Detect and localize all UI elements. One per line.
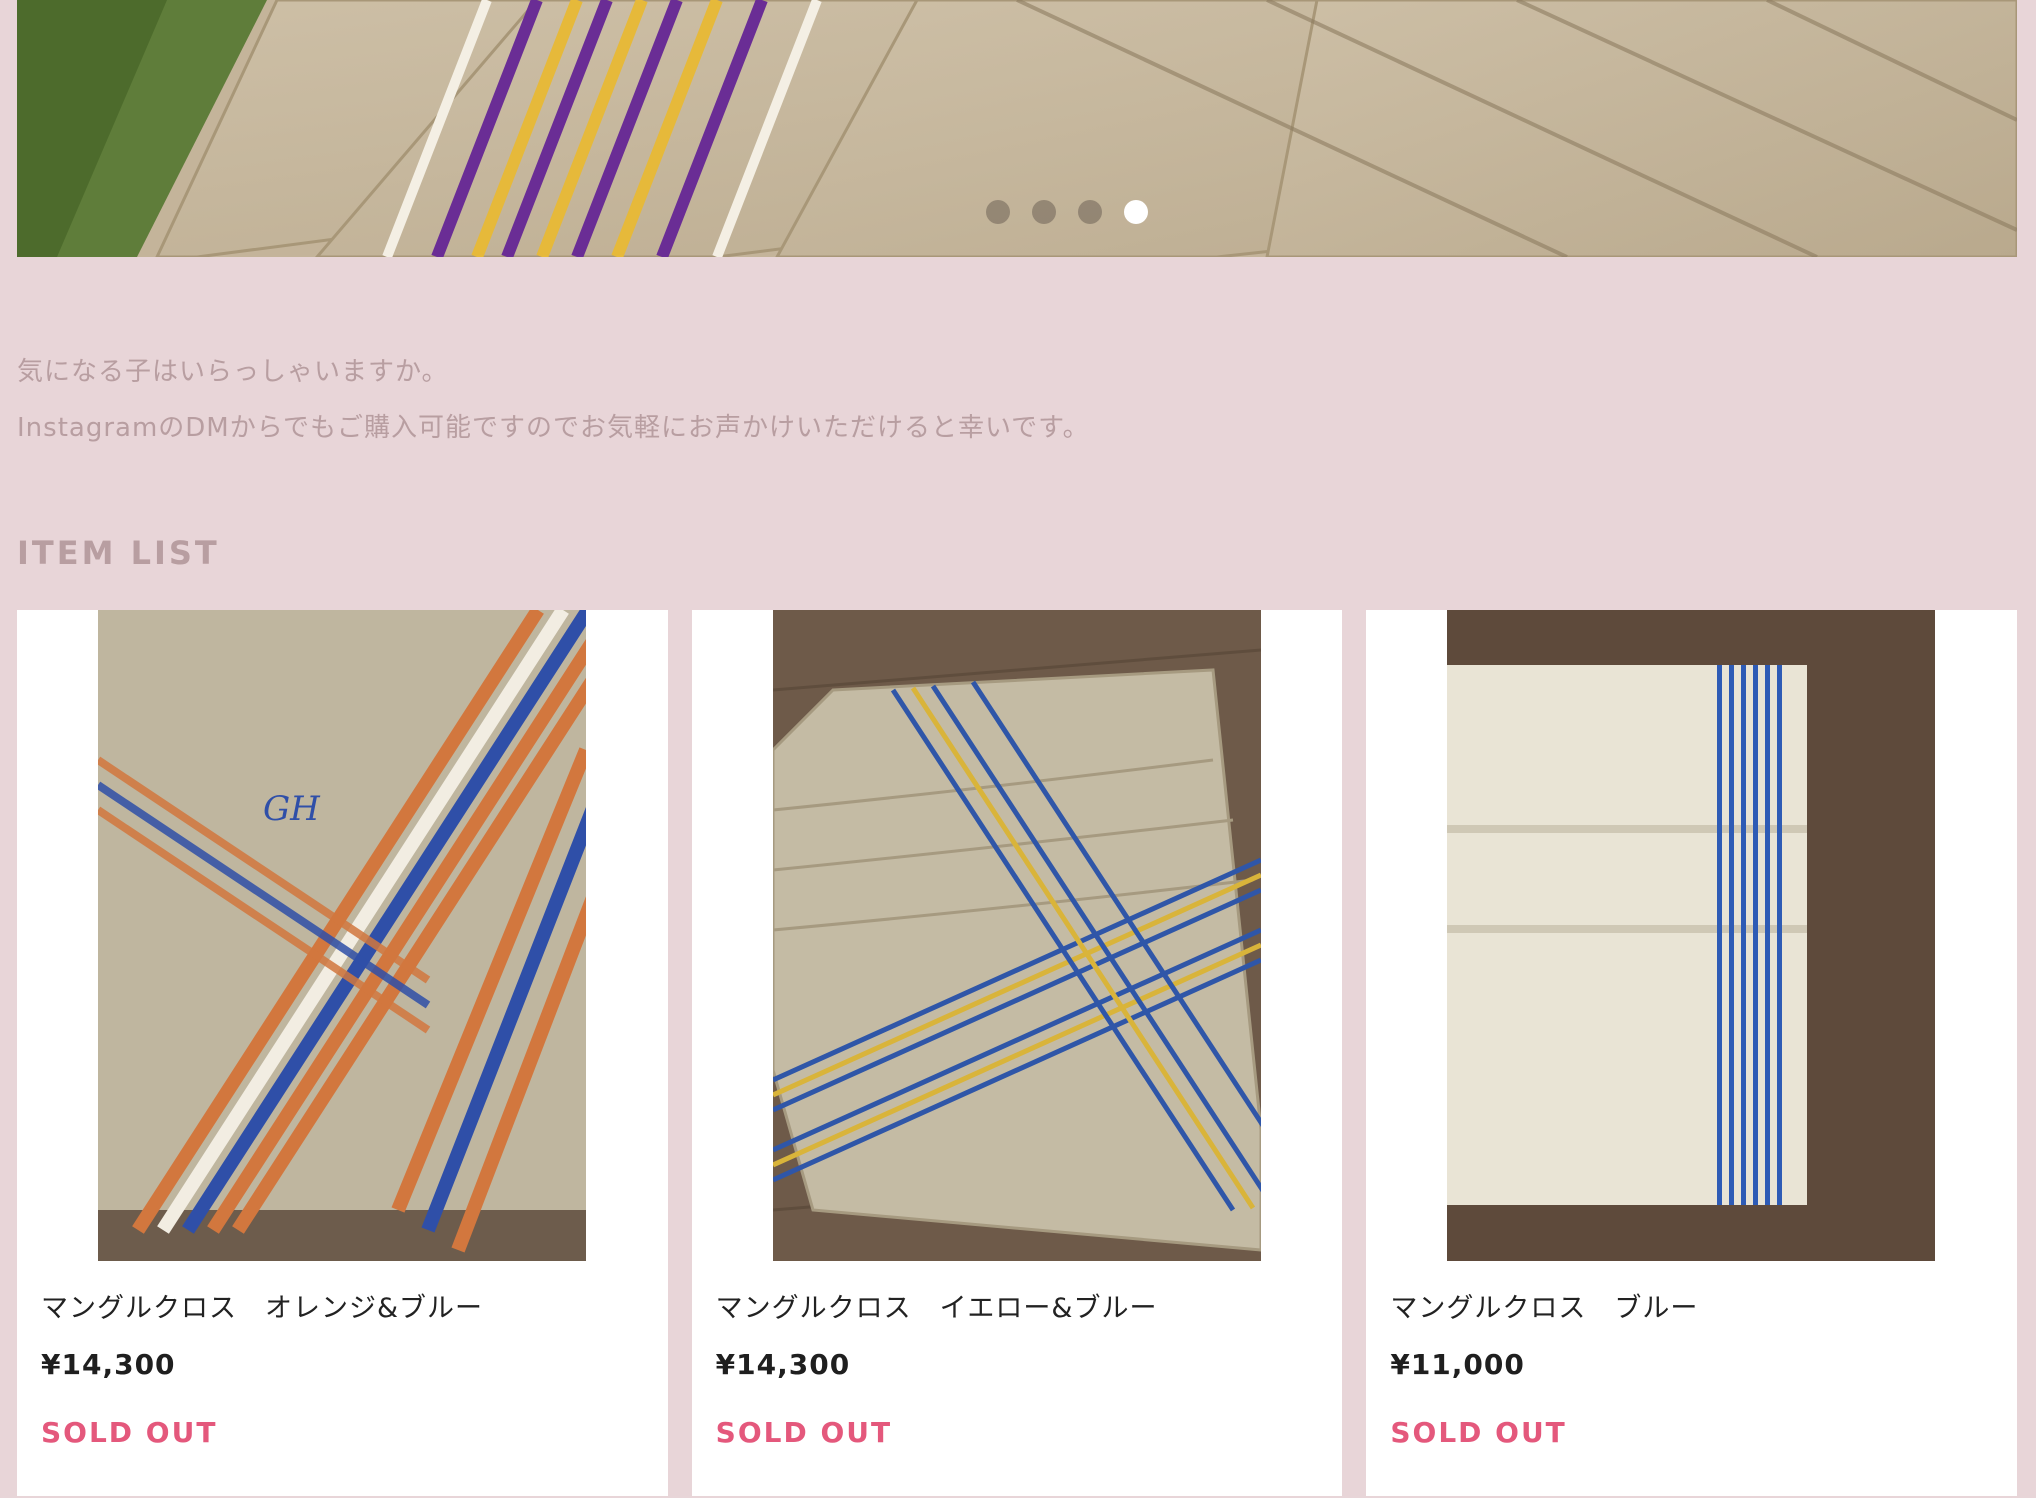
- item-card[interactable]: マングルクロス ブルー ¥11,000 SOLD OUT: [1366, 610, 2018, 1496]
- intro-text: 気になる子はいらっしゃいますか。 InstagramのDMからでもご購入可能です…: [17, 344, 1090, 456]
- slider-dot-active[interactable]: [1124, 200, 1148, 224]
- item-name[interactable]: マングルクロス ブルー: [1390, 1286, 1698, 1325]
- item-price: ¥14,300: [715, 1348, 851, 1381]
- item-price: ¥11,000: [1390, 1348, 1525, 1381]
- item-photo[interactable]: GH: [98, 610, 586, 1261]
- slider-dots: [17, 200, 2017, 224]
- slider-dot[interactable]: [1032, 200, 1056, 224]
- sold-out-badge: SOLD OUT: [1390, 1416, 1567, 1449]
- sold-out-badge: SOLD OUT: [41, 1416, 218, 1449]
- item-name[interactable]: マングルクロス オレンジ&ブルー: [41, 1286, 483, 1325]
- item-card[interactable]: GH マングルクロス オレンジ&ブルー ¥14,300 SOLD OUT: [17, 610, 668, 1496]
- item-price: ¥14,300: [41, 1348, 176, 1381]
- intro-line-1: 気になる子はいらっしゃいますか。: [17, 357, 449, 387]
- hero-banner[interactable]: [17, 0, 2017, 257]
- sold-out-badge: SOLD OUT: [715, 1416, 893, 1449]
- item-grid: GH マングルクロス オレンジ&ブルー ¥14,300 SOLD OUT マング…: [17, 610, 2018, 1496]
- item-list-title: ITEM LIST: [17, 534, 220, 572]
- item-photo[interactable]: [1447, 610, 1936, 1261]
- item-photo[interactable]: [772, 610, 1261, 1261]
- svg-text:GH: GH: [263, 789, 321, 829]
- item-card[interactable]: マングルクロス イエロー&ブルー ¥14,300 SOLD OUT: [691, 610, 1343, 1496]
- intro-line-2: InstagramのDMからでもご購入可能ですのでお気軽にお声かけいただけると幸…: [17, 413, 1090, 443]
- slider-dot[interactable]: [1078, 200, 1102, 224]
- slider-dot[interactable]: [986, 200, 1010, 224]
- item-name[interactable]: マングルクロス イエロー&ブルー: [716, 1286, 1158, 1325]
